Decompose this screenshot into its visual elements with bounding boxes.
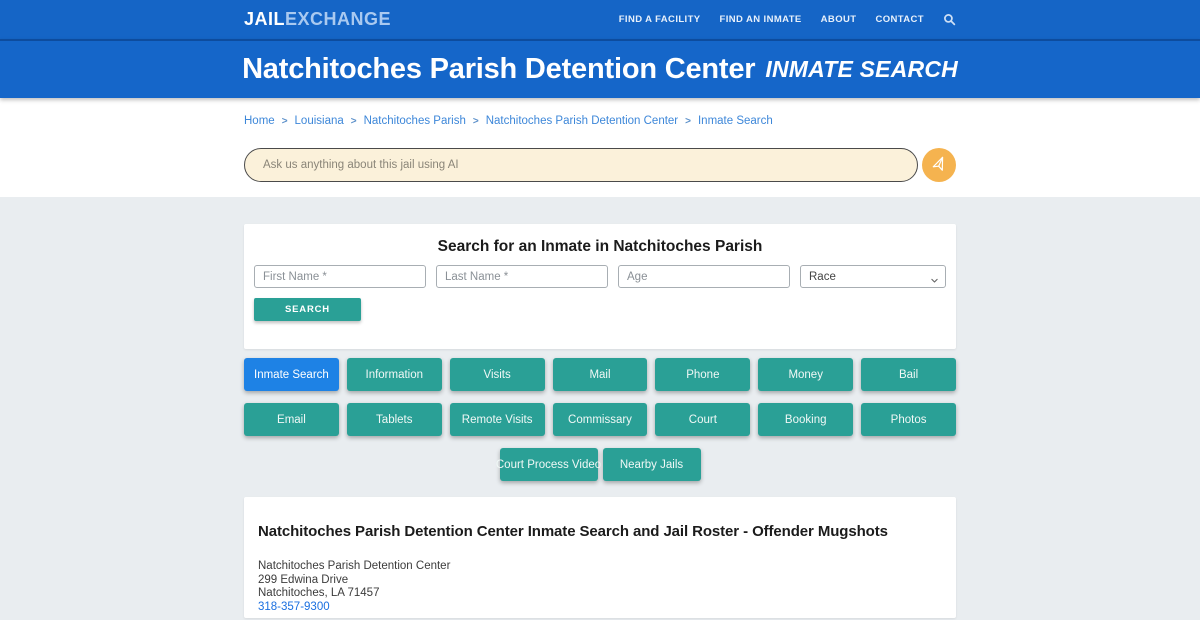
search-icon[interactable] [943, 13, 956, 26]
paper-plane-icon [931, 156, 947, 173]
tab-nearby-jails[interactable]: Nearby Jails [602, 448, 701, 481]
info-heading: Natchitoches Parish Detention Center Inm… [258, 523, 888, 540]
breadcrumb-louisiana[interactable]: Louisiana [295, 115, 344, 127]
address-line: Natchitoches Parish Detention Center [258, 560, 451, 572]
page-title-banner: Natchitoches Parish Detention Center INM… [0, 39, 1200, 98]
page-title: Natchitoches Parish Detention Center [242, 53, 756, 85]
main-content: Search for an Inmate in Natchitoches Par… [0, 197, 1200, 618]
tab-booking[interactable]: Booking [758, 403, 854, 436]
breadcrumb-detention-center[interactable]: Natchitoches Parish Detention Center [486, 115, 678, 127]
tab-photos[interactable]: Photos [861, 403, 956, 436]
phone-link[interactable]: 318-357-9300 [258, 601, 330, 615]
ai-question-input[interactable] [244, 148, 918, 182]
ai-search-bar [244, 148, 956, 182]
address-line: 299 Edwina Drive [258, 573, 349, 586]
page-subtitle: INMATE SEARCH [765, 56, 958, 82]
top-navigation-bar: JAILEXCHANGE FIND A FACILITY FIND AN INM… [0, 0, 1200, 39]
race-select-wrap: Race [800, 265, 946, 288]
tab-court[interactable]: Court [655, 403, 751, 436]
breadcrumb-separator: > [685, 115, 691, 127]
breadcrumb-natchitoches-parish[interactable]: Natchitoches Parish [364, 115, 466, 127]
nav-contact[interactable]: CONTACT [875, 14, 924, 25]
breadcrumb-separator: > [472, 115, 479, 127]
breadcrumb-inmate-search[interactable]: Inmate Search [698, 115, 773, 127]
jail-nav-row-1: Inmate Search Information Visits Mail Ph… [244, 358, 956, 391]
tab-money[interactable]: Money [758, 358, 854, 391]
breadcrumb-separator: > [350, 115, 357, 127]
nav-about[interactable]: ABOUT [821, 14, 857, 25]
jail-info-card: Natchitoches Parish Detention Center Inm… [244, 497, 956, 618]
tab-commissary[interactable]: Commissary [552, 403, 648, 436]
form-title: Search for an Inmate in Natchitoches Par… [437, 238, 763, 255]
first-name-field[interactable] [254, 265, 426, 288]
last-name-field[interactable] [436, 265, 608, 288]
top-nav-links: FIND A FACILITY FIND AN INMATE ABOUT CON… [619, 13, 956, 26]
age-field[interactable] [618, 265, 790, 288]
nav-find-an-inmate[interactable]: FIND AN INMATE [720, 14, 802, 25]
address-line: Natchitoches, LA 71457 [258, 587, 380, 600]
tab-email[interactable]: Email [244, 403, 339, 436]
breadcrumb-separator: > [281, 115, 288, 127]
tab-information[interactable]: Information [346, 358, 442, 391]
tab-visits[interactable]: Visits [449, 358, 545, 391]
nav-find-a-facility[interactable]: FIND A FACILITY [619, 14, 701, 25]
tab-inmate-search[interactable]: Inmate Search [244, 358, 339, 391]
inmate-search-form-card: Search for an Inmate in Natchitoches Par… [244, 224, 956, 349]
jail-nav-row-2: Email Tablets Remote Visits Commissary C… [244, 403, 956, 436]
form-fields-row: Race [254, 265, 946, 288]
tab-mail[interactable]: Mail [552, 358, 648, 391]
search-button[interactable]: SEARCH [254, 298, 361, 321]
jailexchange-logo[interactable]: JAILEXCHANGE [244, 9, 391, 30]
race-select[interactable]: Race [800, 265, 946, 288]
jail-address-block: Natchitoches Parish Detention Center 299… [258, 560, 942, 615]
jail-nav-row-3: Court Process Video Nearby Jails [244, 448, 956, 481]
breadcrumb-home[interactable]: Home [244, 115, 275, 127]
tab-tablets[interactable]: Tablets [346, 403, 442, 436]
breadcrumb-and-ai-strip: Home > Louisiana > Natchitoches Parish >… [0, 98, 1200, 197]
tab-remote-visits[interactable]: Remote Visits [449, 403, 545, 436]
ai-send-button[interactable] [922, 148, 956, 182]
tab-court-process-video[interactable]: Court Process Video [496, 448, 601, 481]
breadcrumb: Home > Louisiana > Natchitoches Parish >… [244, 115, 956, 127]
tab-phone[interactable]: Phone [655, 358, 751, 391]
logo-jail-text: JAIL [244, 9, 286, 29]
logo-exchange-text: EXCHANGE [285, 9, 392, 29]
tab-bail[interactable]: Bail [861, 358, 956, 391]
